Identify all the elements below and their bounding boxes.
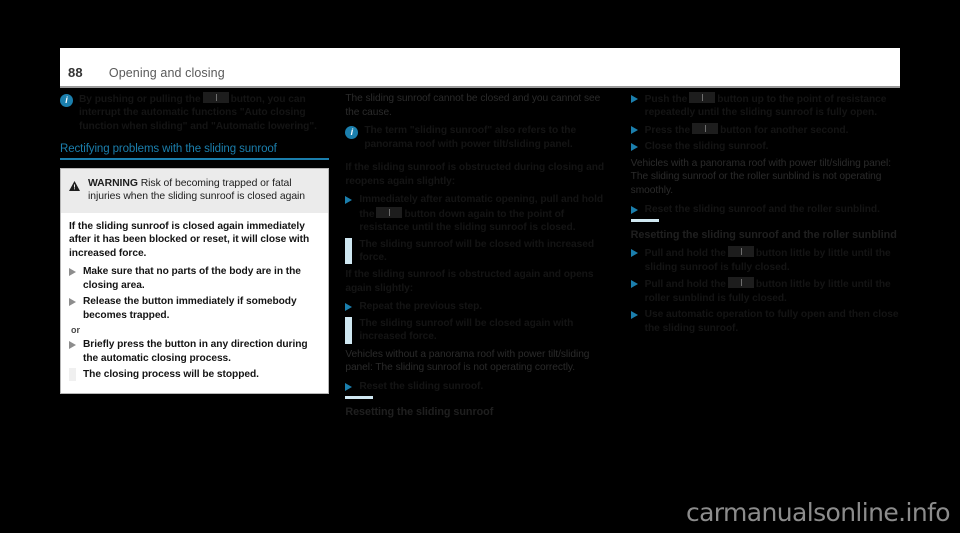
arrow-bullet-icon (345, 383, 353, 392)
faded-heading-resetting: Resetting the sliding sunroof (345, 406, 494, 419)
arrow-bullet-icon (630, 280, 638, 289)
warning-bullet-alt-2-text: The closing process will be stopped. (83, 368, 259, 380)
warning-bullet-2: Release the button immediately if somebo… (69, 295, 320, 322)
watermark: carmanualsonline.info (685, 498, 951, 527)
result-rail (345, 316, 353, 344)
case2-step-text: Repeat the previous step. (359, 301, 483, 313)
faded-heading-rule (630, 219, 659, 223)
section-heading-rule (60, 158, 330, 160)
case3-step: Reset the sliding sunroof. (345, 380, 614, 393)
right-step-2-before: Press the (644, 124, 691, 136)
manual-page: 88 Opening and closing i By pushing or p… (0, 0, 960, 533)
warning-box: WARNING Risk of becoming trapped or fata… (60, 167, 330, 395)
faded-heading-resetting-roller: Resetting the sliding sunroof and the ro… (630, 229, 897, 242)
warning-bullet-alt-1: Briefly press the button in any directio… (69, 338, 320, 365)
note-text-before: By pushing or pulling the (79, 94, 201, 105)
rocker-switch-icon (727, 246, 754, 258)
warning-bullet-1: Make sure that no parts of the body are … (69, 265, 320, 292)
arrow-bullet-icon (345, 196, 353, 205)
warning-bullet-alt-1-text: Briefly press the button in any directio… (83, 339, 308, 364)
right-case-step-text: Reset the sliding sunroof and the roller… (644, 203, 880, 215)
rocker-switch-icon (727, 277, 754, 289)
right-bottom-step-3-text: Use automatic operation to fully open an… (644, 309, 899, 334)
case1-step-text: Immediately after automatic opening, pul… (359, 193, 614, 234)
right-case-intro: Vehicles with a panorama roof with power… (630, 157, 891, 197)
case1-result-text: The sliding sunroof will be closed with … (359, 238, 595, 263)
arrow-bullet-icon (345, 303, 353, 312)
warning-bullet-2-text: Release the button immediately if somebo… (83, 296, 297, 321)
right-bottom-step-3: Use automatic operation to fully open an… (630, 308, 900, 335)
arrow-bullet-icon (630, 249, 638, 258)
info-icon: i (345, 126, 359, 140)
arrow-bullet-icon (630, 125, 638, 134)
warning-text: WARNING Risk of becoming trapped or fata… (88, 177, 319, 204)
right-step-1: Push the button up to the point of resist… (630, 92, 900, 120)
result-rail (345, 237, 353, 265)
right-step-2-after: button for another second. (720, 124, 849, 136)
problem-intro: The sliding sunroof cannot be closed and… (345, 93, 601, 118)
arrow-bullet-icon (630, 143, 638, 152)
warning-bullet-alt-result: The closing process will be stopped. (69, 367, 320, 382)
right-step-3: Close the sliding sunroof. (630, 140, 900, 153)
info-icon: i (60, 94, 73, 107)
arrow-bullet-icon (630, 311, 638, 320)
or-separator: or (71, 325, 80, 336)
note-sliding-sunroof-term: i The term "sliding sunroof" also refers… (345, 124, 614, 151)
header-divider (60, 86, 900, 88)
warning-header: WARNING Risk of becoming trapped or fata… (61, 168, 329, 213)
rocker-switch-icon (689, 92, 716, 103)
warning-intro: If the sliding sunroof is closed again i… (69, 220, 310, 259)
note-text: By pushing or pulling the button, you can… (79, 92, 329, 133)
warning-bullet-1-text: Make sure that no parts of the body are … (83, 266, 301, 291)
arrow-bullet-icon (69, 341, 76, 350)
rocker-switch-icon (376, 206, 403, 218)
note-auto-functions: i By pushing or pulling the button, you c… (60, 92, 329, 133)
case1-step: Immediately after automatic opening, pul… (345, 193, 614, 234)
faded-heading-rule (345, 396, 374, 400)
right-step-2: Press the button for another second. (630, 122, 900, 137)
arrow-bullet-icon (630, 205, 638, 214)
warning-triangle-icon (69, 178, 80, 196)
column-right: Push the button up to the point of resist… (630, 92, 900, 492)
rocker-switch-icon (202, 92, 229, 103)
case2-result-text: The sliding sunroof will be closed again… (359, 317, 574, 343)
right-bottom-step-1-text: Pull and hold the button little by little… (645, 246, 900, 274)
arrow-bullet-icon (69, 268, 76, 277)
right-step-2-text: Press the button for another second. (644, 122, 849, 137)
section-heading-label: Rectifying problems with the sliding sun… (60, 143, 277, 156)
column-middle: The sliding sunroof cannot be closed and… (345, 92, 614, 492)
right-bottom-step-2-before: Pull and hold the (644, 279, 726, 291)
content-columns: i By pushing or pulling the button, you c… (60, 92, 900, 492)
warning-body: If the sliding sunroof is closed again i… (61, 212, 329, 394)
case1-result: The sliding sunroof will be closed with … (345, 237, 614, 265)
right-bottom-step-2-text: Pull and hold the button little by little… (645, 277, 900, 305)
right-bottom-step-2: Pull and hold the button little by little… (630, 277, 900, 305)
right-bottom-step-1: Pull and hold the button little by little… (630, 246, 900, 274)
column-left: i By pushing or pulling the button, you c… (60, 92, 330, 492)
page-number: 88 (68, 65, 83, 80)
note-text: The term "sliding sunroof" also refers t… (364, 125, 577, 150)
right-bottom-step-1-before: Pull and hold the (644, 248, 726, 260)
case2-result: The sliding sunroof will be closed again… (345, 316, 614, 344)
right-step-1-text: Push the button up to the point of resist… (645, 92, 900, 120)
arrow-bullet-icon (69, 298, 76, 307)
warning-label: WARNING (88, 177, 138, 189)
page-title: Opening and closing (108, 66, 225, 80)
arrow-bullet-icon (630, 95, 638, 103)
case3-intro: Vehicles without a panorama roof with po… (345, 348, 590, 374)
right-case-step: Reset the sliding sunroof and the roller… (630, 203, 900, 216)
page-header: 88 Opening and closing (60, 48, 900, 86)
right-step-1-before: Push the (644, 94, 688, 105)
case2-step: Repeat the previous step. (345, 300, 614, 313)
section-heading-rectifying: Rectifying problems with the sliding sun… (60, 143, 330, 160)
rocker-switch-icon (692, 122, 719, 134)
result-rail (69, 367, 76, 382)
right-step-3-text: Close the sliding sunroof. (644, 141, 769, 153)
case2-heading: If the sliding sunroof is obstructed aga… (345, 269, 594, 294)
case1-heading: If the sliding sunroof is obstructed dur… (345, 162, 605, 187)
case3-step-text: Reset the sliding sunroof. (359, 381, 484, 393)
